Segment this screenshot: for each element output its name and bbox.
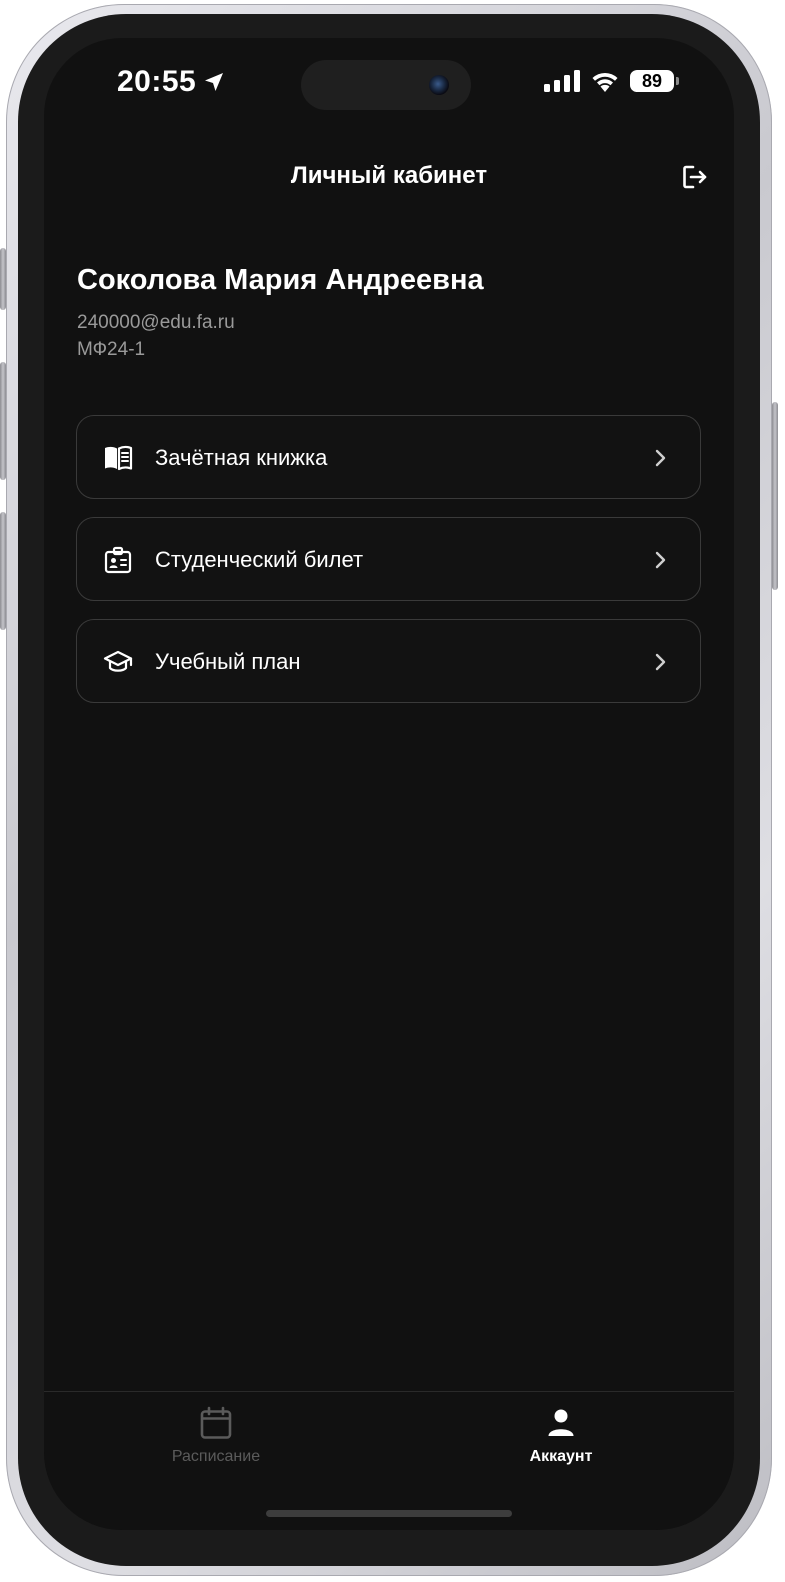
power-button bbox=[772, 402, 778, 590]
chevron-right-icon bbox=[655, 449, 666, 467]
menu-item-student-id[interactable]: Студенческий билет bbox=[76, 517, 701, 601]
home-indicator[interactable] bbox=[266, 1510, 512, 1517]
logout-icon[interactable] bbox=[680, 162, 710, 192]
page-header: Личный кабинет bbox=[44, 156, 734, 200]
profile-group: МФ24-1 bbox=[77, 339, 146, 360]
chevron-right-icon bbox=[655, 653, 666, 671]
tab-label: Расписание bbox=[171, 1448, 261, 1465]
status-indicators: 89 bbox=[544, 70, 679, 92]
menu-item-label: Учебный план bbox=[155, 649, 301, 674]
menu-item-label: Студенческий билет bbox=[155, 547, 364, 572]
id-card-icon bbox=[104, 546, 132, 574]
clock-text: 20:55 bbox=[117, 65, 197, 98]
tab-schedule[interactable]: Расписание bbox=[116, 1406, 316, 1466]
profile-name: Соколова Мария Андреевна bbox=[77, 264, 484, 296]
status-bar: 20:55 89 bbox=[44, 38, 734, 128]
camera-lens bbox=[429, 75, 449, 95]
battery-level: 89 bbox=[641, 70, 663, 91]
graduation-cap-icon bbox=[103, 650, 133, 672]
action-button bbox=[0, 248, 6, 310]
menu-item-study-plan[interactable]: Учебный план bbox=[76, 619, 701, 703]
volume-up-button bbox=[0, 362, 6, 480]
signal-icon bbox=[544, 70, 580, 92]
app-screen: 20:55 89 Личный кабинет Соколова Мария А… bbox=[44, 38, 734, 1530]
person-icon bbox=[548, 1409, 574, 1436]
profile-email: 240000@edu.fa.ru bbox=[77, 312, 235, 333]
tab-account[interactable]: Аккаунт bbox=[461, 1406, 661, 1466]
book-icon bbox=[105, 445, 133, 471]
chevron-right-icon bbox=[655, 551, 666, 569]
status-time: 20:55 bbox=[117, 65, 226, 99]
tab-label: Аккаунт bbox=[529, 1448, 593, 1465]
page-title: Личный кабинет bbox=[290, 162, 488, 189]
battery-indicator: 89 bbox=[630, 70, 679, 92]
account-menu: Зачётная книжка Студенческий билет Учебн… bbox=[76, 415, 701, 721]
calendar-icon bbox=[200, 1406, 232, 1439]
dynamic-island bbox=[301, 60, 471, 110]
location-arrow-icon bbox=[205, 73, 224, 91]
menu-item-label: Зачётная книжка bbox=[155, 445, 328, 470]
menu-item-record-book[interactable]: Зачётная книжка bbox=[76, 415, 701, 499]
volume-down-button bbox=[0, 512, 6, 630]
wifi-icon bbox=[592, 72, 618, 92]
